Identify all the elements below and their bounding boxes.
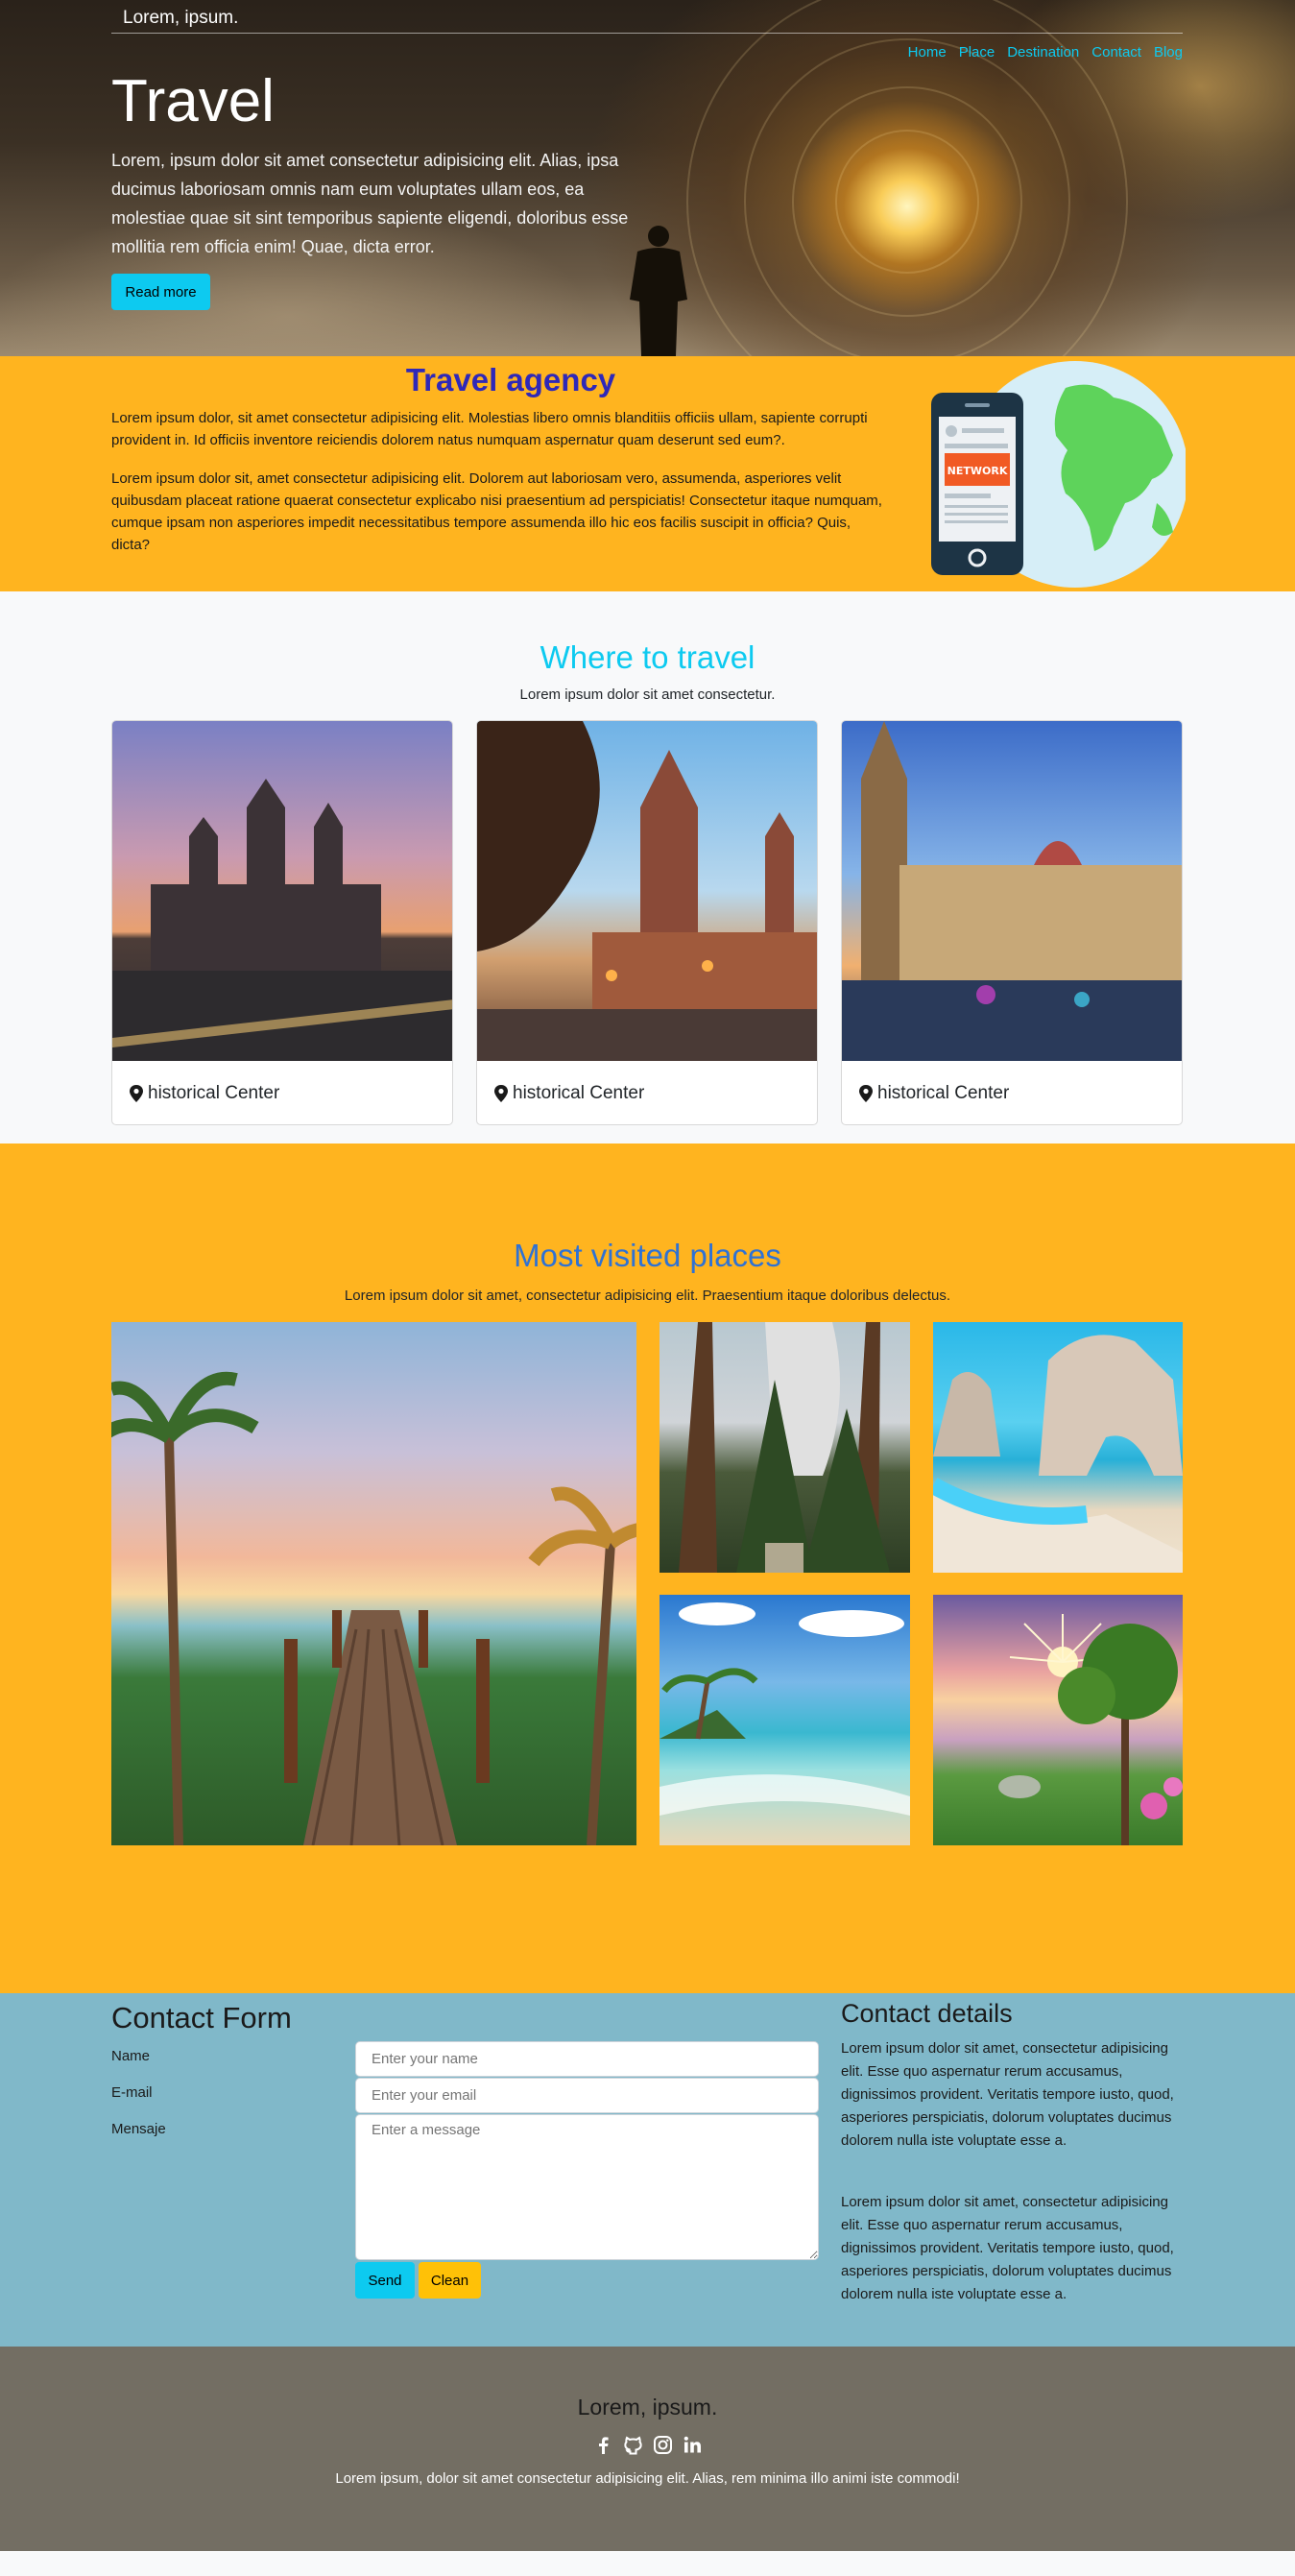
read-more-button[interactable]: Read more: [111, 274, 210, 310]
agency-paragraph: Lorem ipsum dolor, sit amet consectetur …: [111, 410, 868, 448]
where-section: Where to travel Lorem ipsum dolor sit am…: [0, 591, 1295, 1144]
nav-destination[interactable]: Destination: [1007, 44, 1079, 60]
name-input[interactable]: [355, 2041, 819, 2077]
contact-details-paragraph: Lorem ipsum dolor sit amet, consectetur …: [841, 2040, 1174, 2149]
most-visited-section: Most visited places Lorem ipsum dolor si…: [0, 1144, 1295, 1993]
top-navbar: Lorem, ipsum.: [111, 0, 1183, 34]
main-nav: Home Place Destination Contact Blog: [908, 44, 1183, 60]
github-icon[interactable]: [623, 2435, 643, 2455]
card-caption: historical Center: [513, 1083, 645, 1103]
send-button[interactable]: Send: [355, 2262, 415, 2299]
hero-title: Travel: [111, 68, 275, 134]
cathedral-photo: [112, 721, 452, 1061]
boardwalk-beach-photo[interactable]: [111, 1322, 636, 1845]
destination-card[interactable]: historical Center: [841, 720, 1183, 1125]
footer-brand: Lorem, ipsum.: [577, 2395, 718, 2420]
contact-section: Contact Form Name E-mail Mensaje Send Cl…: [0, 1993, 1295, 2347]
where-subtitle: Lorem ipsum dolor sit amet consectetur.: [519, 686, 776, 703]
footer-text: Lorem ipsum, dolor sit amet consectetur …: [335, 2470, 960, 2487]
instagram-icon[interactable]: [653, 2435, 673, 2455]
phone-globe-illustration: NETWORK: [931, 361, 1186, 588]
destination-card[interactable]: historical Center: [476, 720, 818, 1125]
email-label: E-mail: [111, 2084, 153, 2101]
facebook-icon[interactable]: [593, 2435, 613, 2455]
message-label: Mensaje: [111, 2121, 166, 2137]
contact-form-title: Contact Form: [111, 2001, 292, 2034]
agency-section: Travel agency Lorem ipsum dolor, sit ame…: [0, 356, 1295, 591]
social-links: [0, 2435, 1295, 2455]
nav-place[interactable]: Place: [959, 44, 995, 60]
network-label: NETWORK: [947, 465, 1008, 477]
tropical-beach-photo[interactable]: [659, 1595, 910, 1845]
nav-home[interactable]: Home: [908, 44, 947, 60]
name-label: Name: [111, 2048, 151, 2064]
navbar-brand[interactable]: Lorem, ipsum.: [123, 8, 238, 29]
location-pin-icon: [859, 1085, 873, 1102]
destination-cards: historical Center historical Center hist…: [111, 720, 1183, 1125]
most-visited-title: Most visited places: [514, 1238, 781, 1273]
most-visited-subtitle: Lorem ipsum dolor sit amet, consectetur …: [344, 1288, 951, 1304]
hero-section: Lorem, ipsum. Home Place Destination Con…: [0, 0, 1295, 356]
forest-cliff-photo[interactable]: [659, 1322, 910, 1573]
where-title: Where to travel: [540, 639, 755, 675]
card-caption: historical Center: [148, 1083, 280, 1103]
clean-button[interactable]: Clean: [419, 2262, 481, 2299]
hero-text: Lorem, ipsum dolor sit amet consectetur …: [111, 151, 629, 256]
palace-photo: [842, 721, 1182, 1061]
nav-contact[interactable]: Contact: [1091, 44, 1141, 60]
linkedin-icon[interactable]: [683, 2435, 703, 2455]
rock-arch-beach-photo[interactable]: [933, 1322, 1183, 1573]
agency-title: Travel agency: [405, 362, 616, 397]
email-input[interactable]: [355, 2078, 819, 2113]
nav-blog[interactable]: Blog: [1154, 44, 1183, 60]
card-caption: historical Center: [877, 1083, 1010, 1103]
footer: Lorem, ipsum. Lorem ipsum, dolor sit ame…: [0, 2347, 1295, 2551]
destination-card[interactable]: historical Center: [111, 720, 453, 1125]
message-textarea[interactable]: [355, 2114, 819, 2260]
location-pin-icon: [130, 1085, 143, 1102]
contact-details-paragraph: Lorem ipsum dolor sit amet, consectetur …: [841, 2194, 1174, 2302]
agency-paragraph: Lorem ipsum dolor sit, amet consectetur …: [111, 470, 882, 553]
cathedral-photo: [477, 721, 817, 1061]
contact-details-title: Contact details: [841, 1999, 1013, 2028]
location-pin-icon: [494, 1085, 508, 1102]
sunset-lake-photo[interactable]: [933, 1595, 1183, 1845]
